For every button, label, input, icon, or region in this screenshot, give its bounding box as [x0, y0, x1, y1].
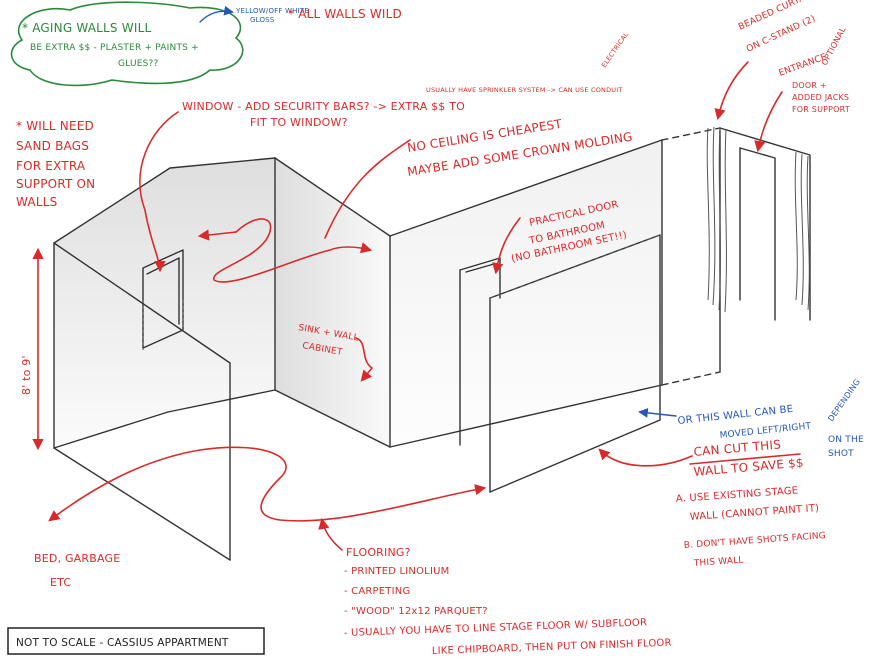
gloss-arrow: [199, 5, 234, 23]
flooring-option-2: - CARPETING: [344, 586, 410, 597]
depending-note-1: DEPENDING: [826, 377, 862, 423]
option-a-2: WALL (CANNOT PAINT IT): [689, 503, 819, 523]
bed-note-2: ETC: [50, 576, 71, 589]
option-b-1: B. DON'T HAVE SHOTS FACING: [684, 531, 827, 551]
can-cut-arrow: [598, 448, 693, 467]
footer-label: NOT TO SCALE - CASSIUS APPARTMENT: [16, 637, 229, 649]
all-walls-wild-note: * ALL WALLS WILD: [288, 7, 402, 21]
entrance-note-2: ENTRANCE: [778, 52, 829, 79]
flooring-option-1: - PRINTED LINOLIUM: [344, 566, 449, 577]
electrical-note: ELECTRICAL: [600, 30, 630, 69]
entrance-note-3: DOOR +: [792, 81, 827, 90]
can-cut-note-1: CAN CUT THIS: [693, 437, 781, 459]
long-wall-shade: [390, 140, 662, 447]
option-b-2: THIS WALL: [693, 556, 744, 570]
set-sketch-diagram: * AGING WALLS WILL BE EXTRA $$ - PLASTER…: [7, 0, 864, 657]
flooring-option-4: - USUALLY YOU HAVE TO LINE STAGE FLOOR W…: [344, 617, 648, 639]
aging-walls-note-cost: BE EXTRA $$ - PLASTER + PAINTS +: [30, 43, 199, 53]
entrance-arrow: [754, 91, 783, 153]
depending-note-3: SHOT: [828, 449, 854, 459]
entrance-note-4: ADDED JACKS: [792, 93, 849, 102]
move-wall-arrow: [638, 407, 677, 418]
aging-walls-note: * AGING WALLS WILL: [22, 21, 151, 35]
sketch-canvas: * AGING WALLS WILL BE EXTRA $$ - PLASTER…: [0, 0, 882, 661]
gloss-note-line2: GLOSS: [250, 16, 275, 24]
flooring-title: FLOORING?: [346, 546, 411, 559]
flooring-option-4-cont: LIKE CHIPBOARD, THEN PUT ON FINISH FLOOR: [432, 638, 672, 657]
sandbags-note-1: * WILL NEED: [16, 119, 94, 133]
sandbags-note-2: SAND BAGS: [16, 139, 89, 153]
sandbags-note-4: SUPPORT ON: [16, 177, 95, 191]
sprinkler-note: USUALLY HAVE SPRINKLER SYSTEM -> CAN USE…: [426, 86, 623, 94]
bed-note-1: BED, GARBAGE: [34, 552, 120, 565]
option-a-1: A. USE EXISTING STAGE: [675, 485, 798, 505]
corner-wall-shade: [275, 158, 390, 447]
window-note-1: WINDOW - ADD SECURITY BARS? -> EXTRA $$ …: [182, 100, 465, 113]
flooring-option-3: - "WOOD" 12x12 PARQUET?: [344, 606, 488, 617]
back-wall-left-shade: [54, 158, 275, 448]
height-label: 8' to 9': [20, 355, 33, 395]
aging-walls-note-glues: GLUES??: [118, 59, 159, 69]
window-note-2: FIT TO WINDOW?: [250, 116, 348, 129]
sandbags-note-5: WALLS: [16, 195, 57, 209]
move-wall-note-1: OR THIS WALL CAN BE: [677, 404, 794, 427]
flooring-arrow: [318, 517, 343, 551]
entrance-note-5: FOR SUPPORT: [792, 105, 850, 114]
depending-note-2: ON THE: [828, 435, 864, 445]
curtains-arrow: [714, 61, 749, 121]
floor-squiggle-arrow: [48, 446, 487, 522]
sandbags-note-3: FOR EXTRA: [16, 159, 86, 173]
